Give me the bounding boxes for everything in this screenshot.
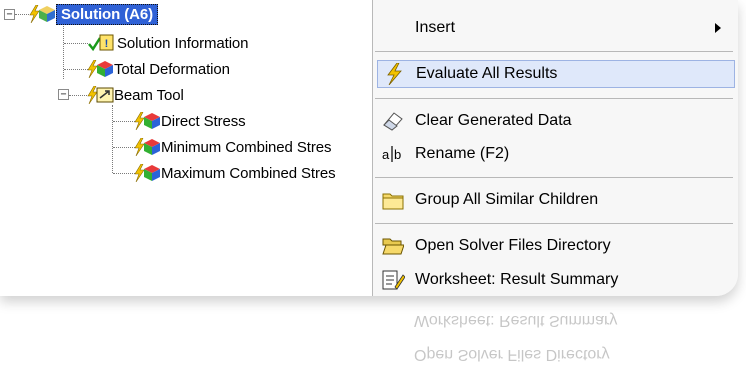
menu-separator [375, 223, 733, 224]
result-cube-icon [144, 139, 160, 155]
tree-node-label: Maximum Combined Stres [161, 164, 336, 182]
tree-node-maximum-combined-stress[interactable]: Maximum Combined Stres [133, 162, 336, 184]
context-menu: Insert Evaluate All Results Clear Genera… [372, 0, 738, 296]
menu-item-insert[interactable]: Insert [373, 15, 738, 41]
menu-item-label: Open Solver Files Directory [415, 237, 611, 254]
submenu-arrow-icon [715, 23, 721, 33]
svg-text:a: a [382, 147, 390, 162]
menu-item-evaluate-all-results[interactable]: Evaluate All Results [377, 60, 735, 88]
menu-item-open-solver-files-directory[interactable]: Open Solver Files Directory [373, 233, 738, 259]
root-collapse-toggle[interactable]: − [4, 9, 15, 20]
tree-connector [113, 173, 135, 174]
menu-item-worksheet-result-summary[interactable]: Worksheet: Result Summary [373, 267, 738, 293]
menu-separator [375, 51, 733, 52]
folder-icon [381, 188, 405, 212]
tree-connector [113, 121, 135, 122]
tree-node-label: Direct Stress [161, 112, 246, 130]
solution-cube-icon [39, 6, 55, 22]
checkmark-icon: ! [88, 34, 114, 52]
result-cube-icon [144, 165, 160, 181]
tree-node-solution[interactable]: Solution (A6) [28, 3, 159, 25]
tree-node-label: Beam Tool [114, 86, 184, 104]
reflection-text: Worksheet: Result Summary [414, 312, 618, 329]
tree-node-minimum-combined-stress[interactable]: Minimum Combined Stres [133, 136, 331, 158]
eraser-icon [381, 109, 405, 133]
menu-reflection: Worksheet: Result Summary Open Solver Fi… [372, 300, 738, 381]
open-folder-icon [381, 234, 405, 258]
menu-item-rename[interactable]: a b Rename (F2) [373, 141, 738, 167]
beam-tool-icon [96, 87, 114, 103]
screenshot-card: − Solution (A6) ! Solution Information T… [0, 0, 738, 296]
tree-node-total-deformation[interactable]: Total Deformation [86, 58, 230, 80]
result-cube-icon [97, 61, 113, 77]
menu-item-label: Clear Generated Data [415, 112, 572, 129]
menu-separator [375, 98, 733, 99]
result-cube-icon [144, 113, 160, 129]
tree-connector [64, 43, 88, 44]
tree-connector [69, 95, 87, 96]
reflection-text: Open Solver Files Directory [414, 346, 610, 363]
menu-item-label: Evaluate All Results [416, 65, 558, 82]
tree-connector [64, 69, 88, 70]
tree-connector [112, 105, 113, 173]
tree-node-solution-information[interactable]: ! Solution Information [88, 32, 249, 54]
tree-node-label: Solution Information [117, 34, 249, 52]
worksheet-icon [381, 268, 405, 292]
tree-node-beam-tool[interactable]: Beam Tool [86, 84, 184, 106]
rename-icon: a b [381, 142, 405, 166]
menu-item-label: Rename (F2) [415, 145, 510, 162]
tree-node-label: Solution (A6) [56, 3, 159, 25]
svg-text:!: ! [105, 38, 109, 50]
tree-node-label: Minimum Combined Stres [161, 138, 332, 156]
tree-connector [15, 14, 29, 15]
beam-tool-collapse-toggle[interactable]: − [58, 89, 69, 100]
menu-item-label: Worksheet: Result Summary [415, 271, 619, 288]
menu-item-clear-generated-data[interactable]: Clear Generated Data [373, 108, 738, 134]
tree-node-direct-stress[interactable]: Direct Stress [133, 110, 246, 132]
outline-tree: − Solution (A6) ! Solution Information T… [0, 0, 380, 296]
menu-item-group-all-similar-children[interactable]: Group All Similar Children [373, 187, 738, 213]
lightning-icon [382, 62, 406, 86]
menu-item-label: Group All Similar Children [415, 191, 599, 208]
svg-text:b: b [394, 147, 401, 162]
tree-node-label: Total Deformation [114, 60, 230, 78]
tree-connector [63, 24, 64, 79]
menu-separator [375, 177, 733, 178]
tree-connector [113, 147, 135, 148]
menu-item-label: Insert [415, 19, 456, 36]
